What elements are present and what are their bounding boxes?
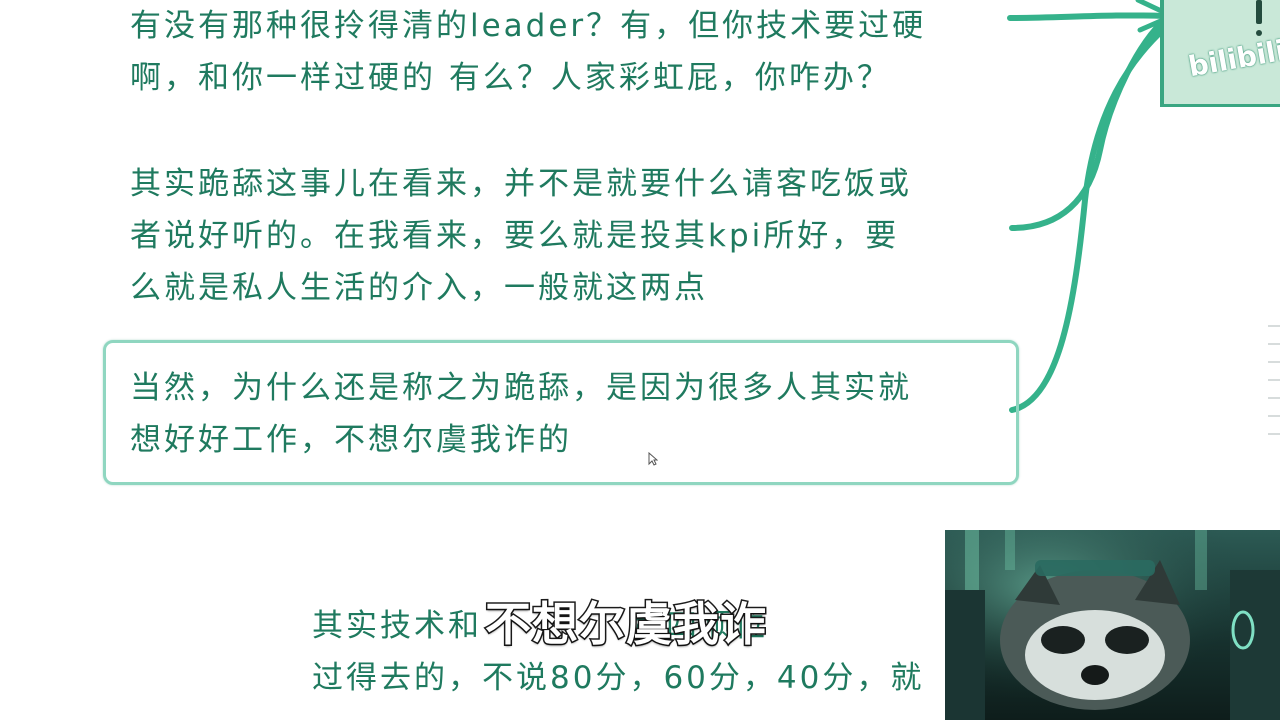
paragraph-line: 有没有那种很拎得清的leader？有，但你技术要过硬	[130, 8, 927, 44]
paragraph-line: 者说好听的。在我看来，要么就是投其kpi所好，要	[130, 218, 900, 254]
paragraph-line-start: 其实技术和	[312, 608, 482, 644]
paragraph-line: 当然，为什么还是称之为跪舔，是因为很多人其实就	[130, 370, 912, 406]
video-thumbnail[interactable]	[945, 530, 1280, 720]
paragraph-line: 啊，和你一样过硬的 有么？人家彩虹屁，你咋办？	[130, 60, 891, 96]
mouse-pointer-icon	[648, 452, 658, 466]
mindmap-canvas: 有没有那种很拎得清的leader？有，但你技术要过硬 啊，和你一样过硬的 有么？…	[0, 0, 1280, 720]
branch-line-3	[1009, 25, 1168, 413]
paragraph-line: 想好好工作，不想尔虞我诈的	[130, 422, 572, 458]
bilibili-watermark: bilibili	[1160, 0, 1280, 107]
paragraph-leader: 有没有那种很拎得清的leader？有，但你技术要过硬 啊，和你一样过硬的 有么？…	[130, 0, 926, 104]
video-subtitle: 不想尔虞我诈	[484, 596, 768, 653]
paragraph-line: 其实跪舔这事儿在看来，并不是就要什么请客吃饭或	[130, 166, 912, 202]
paragraph-line: 么就是私人生活的介入，一般就这两点	[130, 270, 708, 306]
paragraph-kneeling: 其实跪舔这事儿在看来，并不是就要什么请客吃饭或 者说好听的。在我看来，要么就是投…	[130, 158, 912, 314]
bilibili-logo: bilibili	[1185, 33, 1280, 84]
paragraph-selected-node[interactable]: 当然，为什么还是称之为跪舔，是因为很多人其实就 想好好工作，不想尔虞我诈的	[130, 362, 912, 466]
branch-line-1	[1007, 12, 1168, 21]
exclamation-dot	[1256, 30, 1262, 36]
raccoon-illustration	[945, 530, 1280, 720]
paragraph-line: 过得去的，不说80分，60分，40分，就	[312, 660, 925, 696]
exclamation-icon	[1256, 0, 1262, 24]
